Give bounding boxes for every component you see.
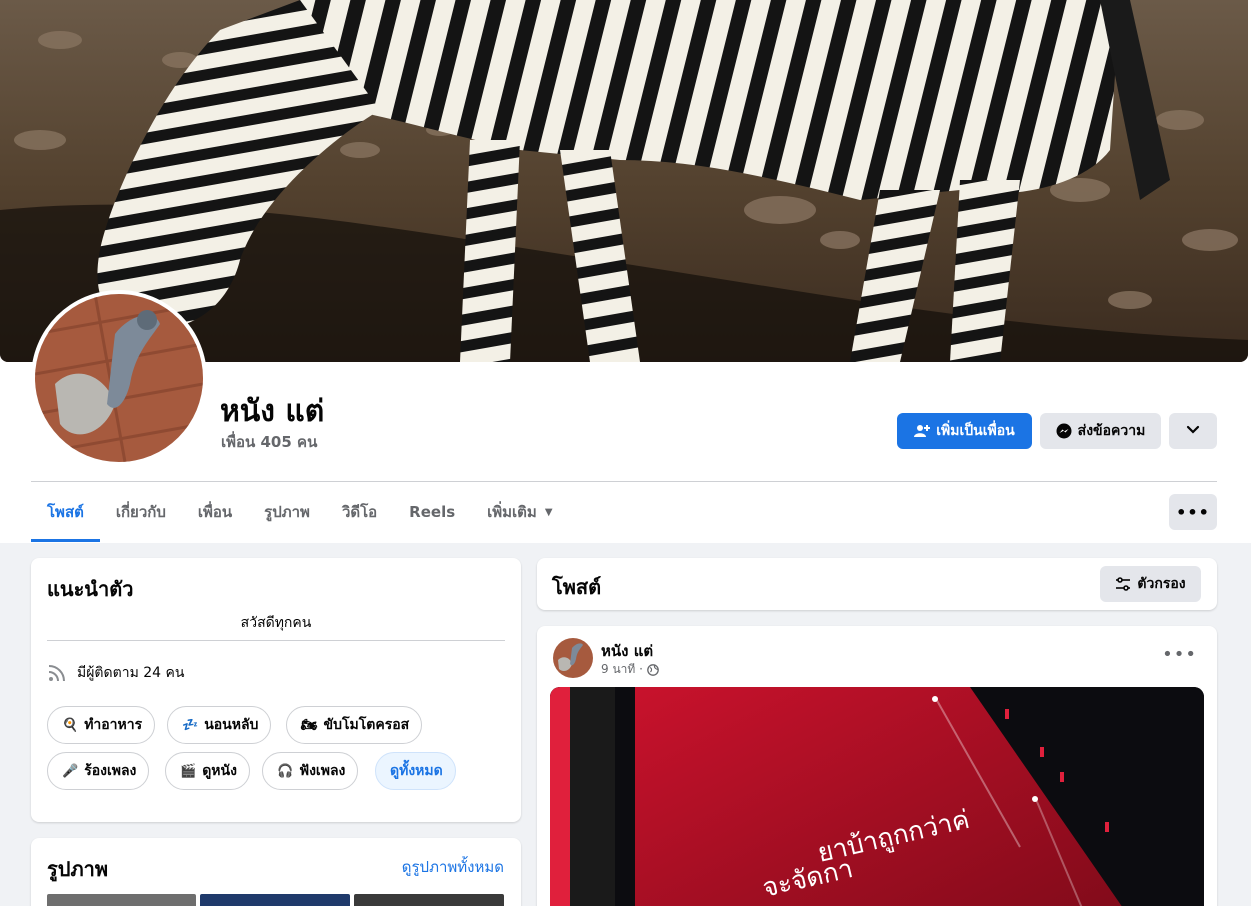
photos-title: รูปภาพ — [47, 857, 109, 881]
profile-tabs: โพสต์ เกี่ยวกับ เพื่อน รูปภาพ วิดีโอ Ree… — [31, 482, 569, 542]
post-card: หนัง แต่ 9 นาที · ••• ยาบ้าถูกกว่าค่ จะจ… — [537, 626, 1217, 906]
hobby-chip-music[interactable]: 🎧 ฟังเพลง — [262, 752, 359, 790]
tabs-more-options-button[interactable]: ••• — [1169, 494, 1217, 530]
messenger-icon — [1056, 423, 1072, 439]
followers-text[interactable]: มีผู้ติดตาม 24 คน — [77, 662, 184, 684]
cover-photo[interactable] — [0, 0, 1248, 362]
photo-thumbnail[interactable] — [200, 894, 350, 906]
intro-bio: สวัสดีทุกคน — [240, 615, 312, 631]
tab-reels[interactable]: Reels — [393, 482, 471, 542]
motorcycle-icon: 🏍 — [301, 717, 318, 733]
tab-about[interactable]: เกี่ยวกับ — [100, 482, 182, 542]
tab-posts[interactable]: โพสต์ — [31, 482, 100, 542]
tab-videos[interactable]: วิดีโอ — [326, 482, 393, 542]
posts-header-card: โพสต์ ตัวกรอง — [537, 558, 1217, 610]
more-dots-icon: ••• — [1176, 502, 1210, 522]
followers-row: มีผู้ติดตาม 24 คน — [47, 662, 184, 684]
add-friend-button[interactable]: เพิ่มเป็นเพื่อน — [897, 413, 1032, 449]
post-image[interactable]: ยาบ้าถูกกว่าค่ จะจัดกา — [550, 687, 1204, 906]
photo-thumbnail[interactable] — [47, 894, 196, 906]
intro-card: แนะนำตัว สวัสดีทุกคน มีผู้ติดตาม 24 คน 🍳… — [31, 558, 521, 822]
tab-more[interactable]: เพิ่มเติม ▼ — [471, 482, 568, 542]
intro-title: แนะนำตัว — [47, 577, 134, 601]
message-button[interactable]: ส่งข้อความ — [1040, 413, 1161, 449]
photos-card: รูปภาพ ดูรูปภาพทั้งหมด — [31, 838, 521, 906]
post-author-avatar[interactable] — [553, 638, 593, 678]
sleep-icon: 💤 — [182, 717, 199, 733]
post-options-button[interactable]: ••• — [1162, 644, 1197, 665]
hobby-chip-cooking[interactable]: 🍳 ทำอาหาร — [47, 706, 156, 744]
hobby-chip-sleeping[interactable]: 💤 นอนหลับ — [167, 706, 272, 744]
chevron-down-icon — [1186, 422, 1200, 440]
profile-more-button[interactable] — [1169, 413, 1217, 449]
photo-thumbnail[interactable] — [354, 894, 504, 906]
movie-icon: 🎬 — [180, 763, 197, 779]
cooking-icon: 🍳 — [62, 717, 79, 733]
caret-down-icon: ▼ — [544, 506, 553, 518]
globe-icon — [647, 663, 659, 676]
add-friend-icon — [914, 423, 931, 439]
hobby-chip-movies[interactable]: 🎬 ดูหนัง — [165, 752, 250, 790]
hobby-chip-singing[interactable]: 🎤 ร้องเพลง — [47, 752, 150, 790]
posts-title: โพสต์ — [552, 575, 602, 599]
hobby-chip-motocross[interactable]: 🏍 ขับโมโตครอส — [286, 706, 423, 744]
message-label: ส่งข้อความ — [1077, 423, 1146, 439]
microphone-icon: 🎤 — [62, 763, 79, 779]
profile-name: หนัง แต่ — [220, 394, 325, 429]
intro-divider — [47, 640, 505, 641]
tab-photos[interactable]: รูปภาพ — [248, 482, 326, 542]
filter-icon — [1115, 576, 1131, 592]
tab-friends[interactable]: เพื่อน — [182, 482, 248, 542]
rss-icon — [47, 663, 67, 683]
profile-avatar[interactable] — [31, 290, 207, 466]
friends-count[interactable]: เพื่อน 405 คน — [221, 430, 317, 454]
post-timestamp[interactable]: 9 นาที · — [601, 660, 643, 679]
add-friend-label: เพิ่มเป็นเพื่อน — [936, 423, 1015, 439]
hobbies-see-all-button[interactable]: ดูทั้งหมด — [375, 752, 456, 790]
see-all-photos-link[interactable]: ดูรูปภาพทั้งหมด — [402, 855, 504, 879]
filter-button[interactable]: ตัวกรอง — [1100, 566, 1201, 602]
headphones-icon: 🎧 — [277, 763, 294, 779]
post-meta: 9 นาที · — [601, 660, 659, 679]
filter-label: ตัวกรอง — [1137, 576, 1186, 592]
